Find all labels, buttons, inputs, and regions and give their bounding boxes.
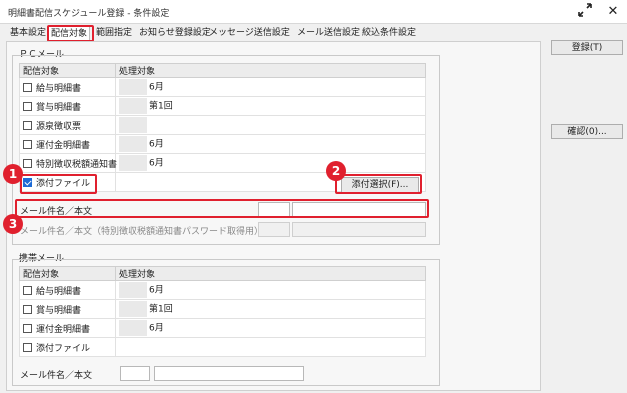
highlight-subject-row [15,199,429,218]
row-label: 給与明細書 [36,286,82,297]
checkbox[interactable] [23,158,32,168]
row-target: 6月 [149,323,164,334]
table-row: 添付ファイル [19,337,426,357]
checkbox[interactable] [23,342,32,352]
tab-basic[interactable]: 基本設定 [8,26,48,41]
close-icon[interactable]: ✕ [604,3,622,21]
checkbox[interactable] [23,323,32,333]
checkbox[interactable] [23,120,32,130]
table-row: 賞与明細書 第1回 [19,96,426,116]
expand-arrows-icon[interactable] [576,3,594,21]
highlight-tab [47,25,94,42]
table-row: 給与明細書 6月 [19,77,426,97]
row-target: 6月 [149,285,164,296]
row-target: 第1回 [149,101,173,112]
callout-badge-1: 1 [3,164,23,184]
tab-mail[interactable]: メール送信設定 [295,26,362,41]
highlight-attach-file [20,174,97,194]
subject-label-password: メール件名／本文（特別徴収税額通知書パスワード取得用） [20,227,264,237]
mobile-mail-table: 配信対象 処理対象 給与明細書 6月 賞与明細書 第1回 運付金明細書 6月 添… [19,266,426,357]
row-label: 賞与明細書 [36,102,82,113]
table-row: 源泉徴収票 [19,115,426,135]
subject-password-code-input[interactable] [258,222,290,237]
table-row: 運付金明細書 6月 [19,318,426,338]
tab-filter[interactable]: 絞込条件設定 [360,26,418,41]
window-title: 明細書配信スケジュール登録 - 条件設定 [8,9,170,19]
mobile-subject-code-input[interactable] [120,366,150,381]
row-target: 6月 [149,139,164,150]
callout-badge-2: 2 [326,161,346,181]
pc-mail-table: 配信対象 処理対象 給与明細書 6月 賞与明細書 第1回 源泉徴収票 運付金明細… [19,63,426,192]
row-target: 6月 [149,158,164,169]
register-button[interactable]: 登録(T) [551,40,623,55]
checkbox[interactable] [23,304,32,314]
highlight-attach-button [335,174,422,194]
table-row: 運付金明細書 6月 [19,134,426,154]
tab-bar: 基本設定 配信対象 範囲指定 お知らせ登録設定 メッセージ送信設定 メール送信設… [0,26,627,42]
table-row: 賞与明細書 第1回 [19,299,426,319]
row-label: 運付金明細書 [36,324,91,335]
title-bar: 明細書配信スケジュール登録 - 条件設定 ✕ [0,0,627,24]
checkbox[interactable] [23,139,32,149]
confirm-button[interactable]: 確認(0)... [551,124,623,139]
row-target: 第1回 [149,304,173,315]
mobile-subject-name-input[interactable] [154,366,304,381]
checkbox[interactable] [23,285,32,295]
row-label: 源泉徴収票 [36,121,82,132]
checkbox[interactable] [23,82,32,92]
tab-message[interactable]: メッセージ送信設定 [207,26,292,41]
table-row: 特別徴収税額通知書 6月 [19,153,426,173]
column-header-target: 配信対象 [19,63,116,78]
column-header-process: 処理対象 [115,266,426,281]
tab-notice[interactable]: お知らせ登録設定 [137,26,213,41]
row-label: 給与明細書 [36,83,82,94]
table-row: 給与明細書 6月 [19,280,426,300]
subject-password-name-input[interactable] [292,222,426,237]
tab-range[interactable]: 範囲指定 [94,26,134,41]
column-header-target: 配信対象 [19,266,116,281]
row-label: 運付金明細書 [36,140,91,151]
column-header-process: 処理対象 [115,63,426,78]
callout-badge-3: 3 [3,214,23,234]
mobile-subject-label: メール件名／本文 [20,371,93,381]
row-target: 6月 [149,82,164,93]
row-label: 添付ファイル [36,343,91,354]
row-label: 特別徴収税額通知書 [36,159,118,170]
checkbox[interactable] [23,101,32,111]
row-label: 賞与明細書 [36,305,82,316]
